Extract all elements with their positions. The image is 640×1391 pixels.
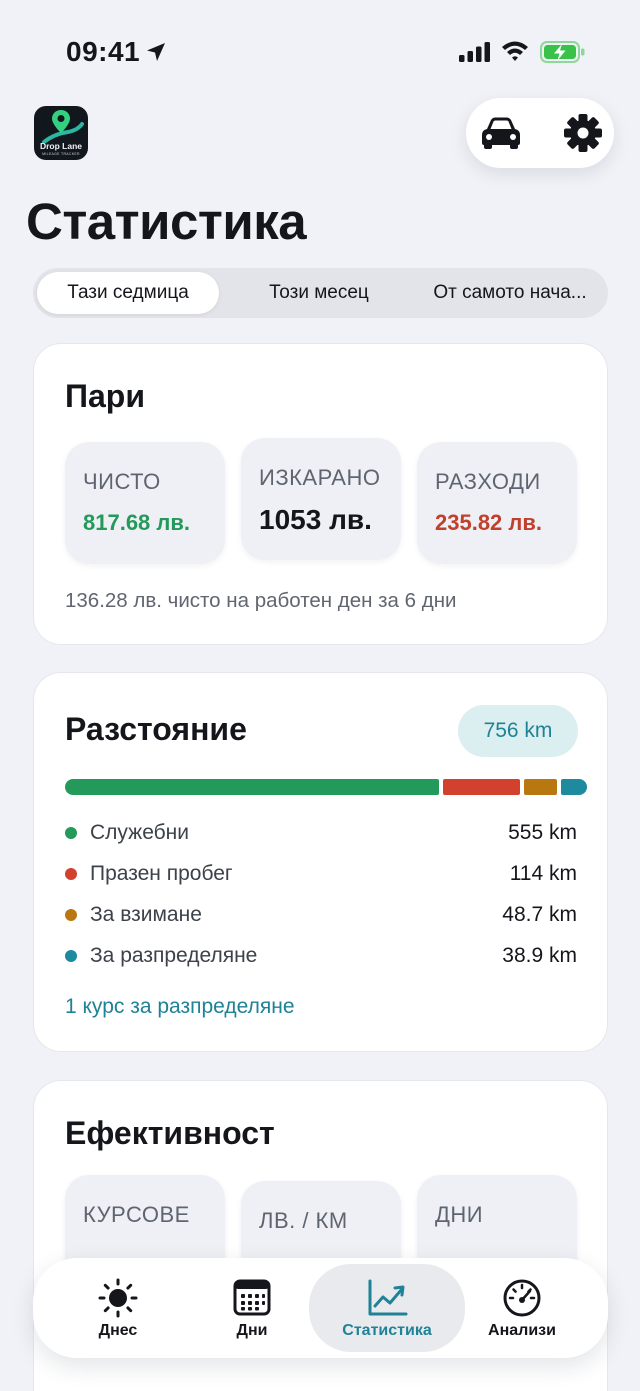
earned-tile: ИЗКАРАНО 1053 лв. bbox=[241, 438, 401, 560]
calendar-icon bbox=[233, 1279, 271, 1316]
earned-value: 1053 лв. bbox=[259, 504, 372, 535]
tab-today[interactable]: Днес bbox=[43, 1258, 193, 1358]
status-bar: 09:41 bbox=[0, 0, 640, 100]
tab-statistics[interactable]: Статистика bbox=[309, 1264, 465, 1352]
cellular-signal-icon bbox=[459, 42, 490, 62]
legend-label-pickup: За взимане bbox=[90, 903, 202, 926]
car-icon[interactable] bbox=[478, 112, 524, 154]
tab-statistics-label: Статистика bbox=[342, 1322, 432, 1339]
distance-bar-segment-delivery bbox=[560, 779, 587, 795]
battery-charging-icon bbox=[540, 41, 585, 63]
gear-icon[interactable] bbox=[562, 112, 604, 154]
legend-label-business: Служебни bbox=[90, 821, 190, 844]
tab-days-label: Дни bbox=[236, 1322, 268, 1339]
distance-bar-segment-business bbox=[65, 779, 440, 795]
status-time: 09:41 bbox=[66, 36, 141, 67]
earned-label: ИЗКАРАНО bbox=[259, 465, 381, 490]
efficiency-card-title: Ефективност bbox=[65, 1115, 275, 1151]
chart-icon bbox=[368, 1279, 408, 1316]
legend-value-delivery: 38.9 km bbox=[502, 944, 577, 967]
distance-card-title: Разстояние bbox=[65, 711, 247, 747]
tab-this-week[interactable]: Тази седмица bbox=[37, 272, 219, 314]
legend-value-business: 555 km bbox=[508, 821, 577, 844]
distance-bar-segment-pickup bbox=[523, 779, 557, 795]
gauge-icon bbox=[503, 1279, 541, 1317]
legend-label-delivery: За разпределяне bbox=[90, 944, 258, 967]
legend-value-pickup: 48.7 km bbox=[502, 903, 577, 926]
tab-all-time[interactable]: От самото нача... bbox=[417, 272, 603, 314]
distance-breakdown-bar bbox=[65, 779, 587, 795]
legend-row-pickup: За взимане 48.7 km bbox=[65, 901, 577, 929]
page-title: Статистика bbox=[26, 193, 307, 250]
wifi-icon bbox=[502, 41, 528, 61]
period-segmented-control: Тази седмица Този месец От самото нача..… bbox=[33, 268, 608, 318]
trips-to-distribute-link[interactable]: 1 курс за разпределяне bbox=[65, 995, 295, 1019]
location-arrow-icon bbox=[147, 43, 165, 61]
tab-this-month[interactable]: Този месец bbox=[229, 272, 409, 314]
legend-dot-delivery bbox=[65, 950, 77, 962]
app-logo-subtitle: MILEAGE TRACKER bbox=[42, 152, 80, 156]
distance-bar-segment-empty bbox=[443, 779, 520, 795]
app-logo: Drop Lane MILEAGE TRACKER bbox=[34, 106, 88, 160]
per-km-label: ЛВ. / КМ bbox=[259, 1208, 348, 1233]
net-tile: ЧИСТО 817.68 лв. bbox=[65, 442, 225, 564]
tab-days[interactable]: Дни bbox=[177, 1258, 327, 1358]
money-card: Пари ЧИСТО 817.68 лв. ИЗКАРАНО 1053 лв. … bbox=[33, 343, 608, 645]
expenses-tile: РАЗХОДИ 235.82 лв. bbox=[417, 442, 577, 564]
header-actions bbox=[466, 98, 614, 168]
legend-row-delivery: За разпределяне 38.9 km bbox=[65, 942, 577, 970]
tab-today-label: Днес bbox=[98, 1322, 138, 1339]
app-logo-name: Drop Lane bbox=[39, 141, 83, 151]
sun-icon bbox=[98, 1278, 138, 1318]
expenses-value: 235.82 лв. bbox=[435, 510, 543, 535]
legend-dot-pickup bbox=[65, 909, 77, 921]
expenses-label: РАЗХОДИ bbox=[435, 469, 541, 494]
tab-analytics[interactable]: Анализи bbox=[447, 1258, 597, 1358]
legend-label-empty: Празен пробег bbox=[90, 862, 233, 885]
bottom-tab-bar: Днес Дни Статистика Анализи bbox=[33, 1258, 608, 1358]
legend-dot-empty bbox=[65, 868, 77, 880]
money-card-title: Пари bbox=[65, 378, 146, 414]
total-distance-badge: 756 km bbox=[458, 705, 578, 757]
legend-value-empty: 114 km bbox=[509, 862, 577, 885]
legend-row-empty: Празен пробег 114 km bbox=[65, 860, 577, 888]
days-label: ДНИ bbox=[435, 1202, 484, 1227]
legend-row-business: Служебни 555 km bbox=[65, 819, 577, 847]
tab-analytics-label: Анализи bbox=[488, 1322, 556, 1339]
legend-dot-business bbox=[65, 827, 77, 839]
money-footnote: 136.28 лв. чисто на работен ден за 6 дни bbox=[65, 589, 457, 612]
net-label: ЧИСТО bbox=[83, 469, 161, 494]
trips-label: КУРСОВЕ bbox=[83, 1202, 190, 1227]
distance-card: Разстояние 756 km Служебни 555 km Празен… bbox=[33, 672, 608, 1052]
net-value: 817.68 лв. bbox=[83, 510, 191, 535]
